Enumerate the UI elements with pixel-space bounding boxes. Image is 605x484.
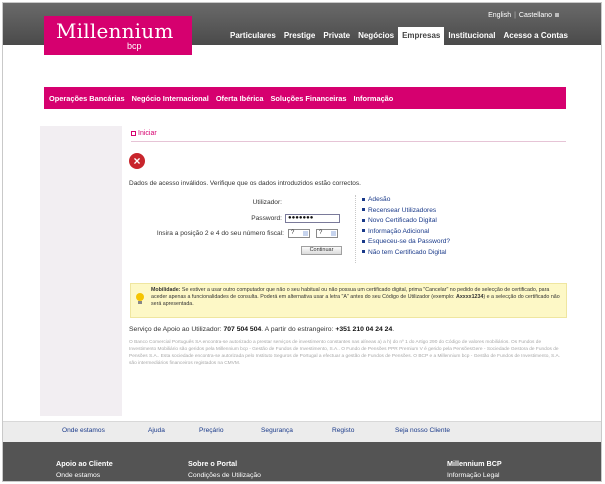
- section-operacoes-bancarias[interactable]: Operações Bancárias: [49, 94, 125, 103]
- lang-square-icon: [555, 13, 559, 18]
- language-switcher: English | Castellano: [488, 12, 559, 19]
- footer-heading-portal: Sobre o Portal: [188, 459, 238, 468]
- continuar-button[interactable]: Continuar: [301, 246, 342, 255]
- bullet-icon: [362, 218, 365, 222]
- section-solucoes-financeiras[interactable]: Soluções Financeiras: [270, 94, 346, 103]
- nif-select-1[interactable]: ?: [288, 229, 310, 238]
- link-esqueceu-password[interactable]: Esqueceu-se da Password?: [362, 238, 450, 249]
- mobility-notice: Mobilidade: Se estiver a usar outro comp…: [130, 283, 567, 318]
- footer-link-ajuda[interactable]: Ajuda: [148, 427, 165, 434]
- link-informacao-adicional[interactable]: Informação Adicional: [362, 228, 450, 239]
- section-nav: Operações Bancárias Negócio Internaciona…: [44, 87, 566, 109]
- logo-sub: bcp: [127, 41, 142, 51]
- link-novo-certificado-digital[interactable]: Novo Certificado Digital: [362, 217, 450, 228]
- section-informacao[interactable]: Informação: [353, 94, 393, 103]
- nav-institucional[interactable]: Institucional: [444, 27, 499, 45]
- nif-select-2[interactable]: ?: [316, 229, 338, 238]
- bullet-icon: [362, 239, 365, 243]
- footer-link-seja-cliente[interactable]: Seja nosso Cliente: [395, 427, 450, 434]
- vertical-divider: [355, 195, 356, 263]
- password-field[interactable]: ●●●●●●●: [285, 214, 340, 223]
- footer-item-condicoes[interactable]: Condições de Utilização: [188, 472, 261, 479]
- nif-select-1-value: ?: [291, 230, 295, 236]
- bullet-icon: [362, 208, 365, 212]
- error-message: Dados de acesso inválidos. Verifique que…: [129, 180, 361, 187]
- section-oferta-iberica[interactable]: Oferta Ibérica: [216, 94, 264, 103]
- footer-item-informacao-legal[interactable]: Informação Legal: [447, 472, 500, 479]
- lightbulb-base: [138, 301, 142, 304]
- bullet-icon: [362, 229, 365, 233]
- side-links: Adesão Recensear Utilizadores Novo Certi…: [362, 196, 450, 259]
- lang-castellano[interactable]: Castellano: [519, 12, 552, 19]
- footer-columns: Apoio ao Cliente Onde estamos Sobre o Po…: [3, 442, 601, 481]
- nav-empresas[interactable]: Empresas: [398, 27, 445, 45]
- link-adesao[interactable]: Adesão: [362, 196, 450, 207]
- nav-prestige[interactable]: Prestige: [280, 27, 320, 45]
- footer-link-onde-estamos[interactable]: Onde estamos: [62, 427, 105, 434]
- nif-select-2-value: ?: [319, 230, 323, 236]
- nav-acesso-a-contas[interactable]: Acesso a Contas: [499, 27, 571, 45]
- lang-english[interactable]: English: [488, 12, 511, 19]
- left-column: [40, 126, 122, 416]
- breadcrumb-square-icon: [131, 130, 136, 136]
- legal-text: O Banco Comercial Português SA encontra-…: [129, 340, 561, 366]
- link-recensear-utilizadores[interactable]: Recensear Utilizadores: [362, 207, 450, 218]
- section-negocio-internacional[interactable]: Negócio Internacional: [132, 94, 209, 103]
- footer-heading-apoio: Apoio ao Cliente: [56, 459, 113, 468]
- nif-label: Insira a posição 2 e 4 do seu número fis…: [156, 230, 284, 237]
- footer-heading-millennium: Millennium BCP: [447, 459, 502, 468]
- footer-links: Onde estamos Ajuda Preçário Segurança Re…: [3, 421, 601, 442]
- main-nav: Particulares Prestige Private Negócios E…: [226, 27, 572, 45]
- chevron-down-icon: [331, 231, 336, 236]
- password-label: Password:: [251, 215, 282, 222]
- error-x-icon: ×: [129, 153, 145, 169]
- nav-particulares[interactable]: Particulares: [226, 27, 280, 45]
- footer-link-seguranca[interactable]: Segurança: [261, 427, 293, 434]
- millennium-bcp-logo[interactable]: Millennium bcp: [44, 16, 192, 55]
- logo-name: Millennium: [56, 19, 174, 43]
- lightbulb-icon: [136, 293, 144, 301]
- nav-negocios[interactable]: Negócios: [354, 27, 398, 45]
- nav-private[interactable]: Private: [319, 27, 354, 45]
- breadcrumb: Iniciar: [131, 130, 566, 142]
- footer-item-onde-estamos[interactable]: Onde estamos: [56, 472, 100, 479]
- footer-link-registo[interactable]: Registo: [332, 427, 354, 434]
- footer-link-precario[interactable]: Preçário: [199, 427, 224, 434]
- mobility-text: Mobilidade: Se estiver a usar outro comp…: [151, 287, 560, 307]
- browser-frame: English | Castellano Particulares Prestige…: [2, 2, 602, 482]
- bullet-icon: [362, 197, 365, 201]
- support-info: Serviço de Apoio ao Utilizador: 707 504 …: [129, 326, 395, 333]
- breadcrumb-iniciar[interactable]: Iniciar: [138, 130, 157, 137]
- chevron-down-icon: [303, 231, 308, 236]
- link-nao-tem-certificado[interactable]: Não tem Certificado Digital: [362, 249, 450, 260]
- utilizador-label: Utilizador:: [252, 199, 282, 206]
- bullet-icon: [362, 250, 365, 254]
